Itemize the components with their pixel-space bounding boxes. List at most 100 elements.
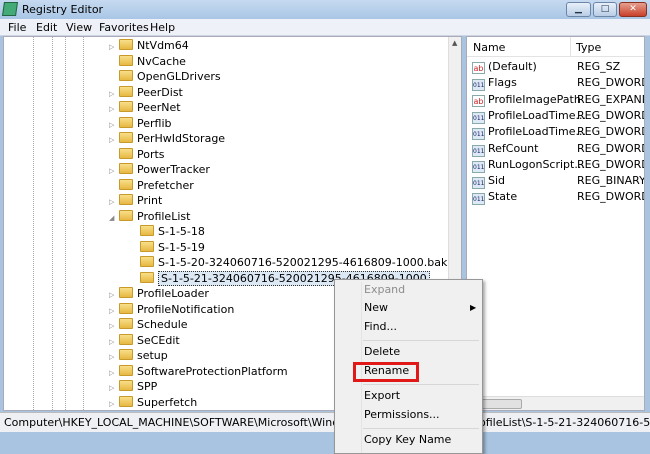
tree-item[interactable]: ▷ ProfileNotification [109,302,234,317]
window-title: Registry Editor [22,3,104,16]
folder-icon [119,349,133,360]
menu-file[interactable]: File [8,21,26,34]
folder-icon [119,132,133,143]
binary-value-icon: 011 [472,144,485,157]
column-header-name[interactable]: Name [473,41,505,54]
tree-item[interactable]: S-1-5-18 [130,224,205,239]
value-type: REG_DWORD [577,76,645,90]
folder-icon [119,194,133,205]
menu-item-expand[interactable]: Expand [364,281,405,299]
values-horizontal-scrollbar[interactable] [467,396,644,410]
value-type: REG_DWORD [577,108,645,122]
folder-icon [119,364,133,376]
menu-item-delete[interactable]: Delete [364,343,400,361]
value-row[interactable]: 011 State REG_DWORD [472,189,644,206]
value-row[interactable]: 011 ProfileLoadTime... REG_DWORD [472,124,644,141]
value-row[interactable]: abProfileImagePathREG_EXPAND_SZ [472,92,644,108]
tree-item[interactable]: ▷ SoftwareProtectionPlatform [109,364,288,379]
tree-item-label: S-1-5-18 [158,225,205,238]
menu-view[interactable]: View [66,21,92,34]
tree-item[interactable]: ▷ ProfileLoader [109,286,209,301]
menu-help[interactable]: Help [150,21,175,34]
value-name: (Default) [488,60,537,73]
tree-item[interactable]: NvCache [109,54,186,69]
value-type: REG_EXPAND_SZ [577,92,644,106]
tree-item-label: PeerNet [137,101,181,114]
minimize-button[interactable]: ▁ [566,2,591,17]
menu-item-permissions[interactable]: Permissions... [364,406,440,424]
tree-item[interactable]: ▷ Schedule [109,317,188,332]
binary-value-icon: 011 [472,160,485,173]
tree-item-label: PerHwIdStorage [137,132,226,145]
value-type: REG_DWORD [577,141,645,155]
tree-item[interactable]: ▷ setup [109,348,168,363]
menu-edit[interactable]: Edit [36,21,57,34]
value-name: ProfileLoadTime... [488,108,587,122]
menu-item-export[interactable]: Export [364,387,400,405]
submenu-arrow-icon: ▶ [470,303,477,312]
folder-icon [119,39,133,50]
tree-item[interactable]: ▷ PeerDist [109,85,183,100]
tree-item[interactable]: ▷ SeCEdit [109,333,180,348]
folder-icon [119,101,133,112]
folder-icon [119,163,133,174]
folder-icon [119,147,133,159]
tree-item[interactable]: ▷ PowerTracker [109,162,210,177]
tree-item[interactable]: S-1-5-19 [130,240,205,255]
menu-item-copy-key-name[interactable]: Copy Key Name [364,431,451,449]
tree-item-label: PowerTracker [137,163,210,176]
value-row[interactable]: 011 RefCount REG_DWORD [472,141,644,157]
values-pane[interactable]: Name Type ab (Default) REG_SZ 011 Flags REG_D… [466,36,645,411]
value-row[interactable]: 011 RunLogonScript... REG_DWORD [472,157,644,173]
tree-item[interactable]: ▷ Superfetch [109,395,197,410]
tree-item[interactable]: Ports [109,147,165,162]
value-row[interactable]: 011 ProfileLoadTime... REG_DWORD [472,108,644,124]
tree-item-label: Superfetch [137,395,198,409]
binary-value-icon: 011 [472,177,485,190]
registry-editor-icon [2,2,18,16]
menu-item-find[interactable]: Find... [364,318,397,336]
value-type: REG_SZ [577,60,621,73]
maximize-button[interactable]: □ [593,2,617,17]
scroll-up-icon[interactable]: ▲ [452,39,457,47]
tree-item[interactable]: OpenGLDrivers [109,69,221,84]
value-row[interactable]: 011 Flags REG_DWORD [472,75,644,92]
value-row[interactable]: ab (Default) REG_SZ [472,59,620,75]
value-name: ProfileLoadTime... [488,125,587,139]
tree-item-label: NvCache [137,54,186,68]
tree-item[interactable]: S-1-5-20-324060716-520021295-4616809-100… [130,255,447,270]
tree-item[interactable]: ▷ PerHwIdStorage [109,131,225,146]
folder-icon [119,380,133,391]
folder-icon [119,395,133,407]
tree-item[interactable]: ▷ NtVdm64 [109,38,189,53]
tree-item[interactable]: ▷ Print [109,193,162,208]
folder-icon [119,209,133,221]
tree-item-label: S-1-5-19 [158,240,205,254]
value-row[interactable]: 011 Sid REG_BINARY [472,173,644,190]
tree-item[interactable]: ▷ PeerNet [109,100,181,115]
menu-item-new[interactable]: New [364,299,388,317]
rename-highlight-box [353,362,419,382]
tree-item[interactable]: ▷ SPP [109,379,157,394]
tree-item[interactable]: ▷ Perflib [109,116,172,131]
string-value-icon: ab [472,62,485,74]
close-button[interactable]: ✕ [619,2,647,17]
value-type: REG_BINARY [577,174,645,188]
tree-item-label: Perflib [137,116,172,130]
collapse-arrow-icon[interactable]: ◢ [109,211,119,226]
tree-item-label: PeerDist [137,85,183,99]
value-name: Flags [488,76,517,90]
folder-icon [119,287,133,298]
binary-value-icon: 011 [472,79,485,92]
column-header-type[interactable]: Type [576,41,601,54]
folder-icon [119,70,133,81]
tree-item[interactable]: Prefetcher [109,178,194,193]
tree-item-label: OpenGLDrivers [137,70,221,83]
value-name: Sid [488,174,506,188]
expand-arrow-icon[interactable]: ▷ [109,397,119,411]
tree-item-label: ProfileLoader [137,287,209,300]
binary-value-icon: 011 [472,128,485,141]
menu-favorites[interactable]: Favorites [99,21,149,34]
tree-item[interactable]: ◢ ProfileList [109,209,190,224]
tree-item[interactable]: Svchost [109,410,180,411]
